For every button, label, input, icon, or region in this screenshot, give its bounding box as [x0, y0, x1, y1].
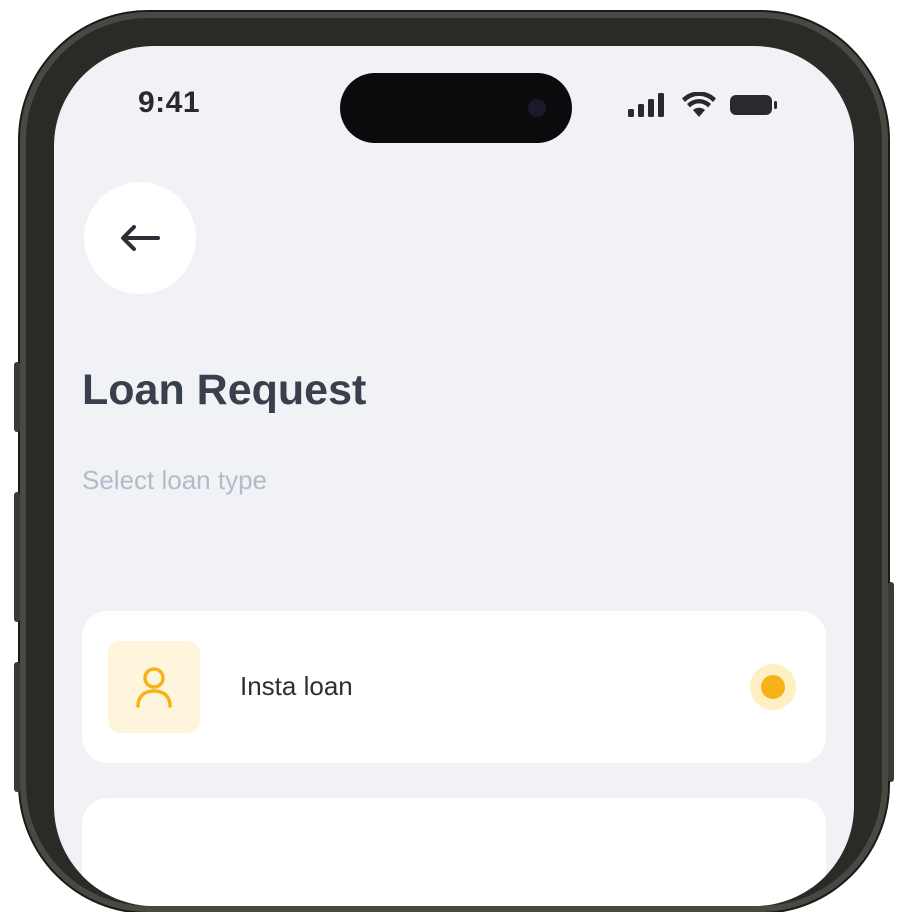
- loan-option-icon-box: [108, 641, 200, 733]
- radio-selected-dot: [761, 675, 785, 699]
- status-icons: [628, 92, 778, 118]
- volume-up-button: [14, 492, 20, 622]
- loan-option-insta-loan[interactable]: Insta loan: [82, 611, 826, 763]
- loan-option-radio[interactable]: [750, 664, 796, 710]
- page-title: Loan Request: [82, 366, 367, 414]
- loan-option-card-partial[interactable]: [82, 798, 826, 906]
- person-icon: [136, 667, 172, 708]
- dynamic-island: [340, 73, 572, 143]
- arrow-left-icon: [121, 225, 160, 251]
- mute-switch: [14, 362, 20, 432]
- cellular-signal-icon: [628, 93, 664, 117]
- loan-option-label: Insta loan: [240, 671, 353, 701]
- status-time: 9:41: [138, 86, 201, 119]
- page-subtitle: Select loan type: [82, 465, 268, 495]
- phone-screen: 9:41 Loan Request Select loan type Insta…: [54, 46, 854, 906]
- back-button[interactable]: [84, 182, 196, 294]
- front-camera-icon: [528, 99, 546, 117]
- wifi-icon: [682, 92, 716, 117]
- volume-down-button: [14, 662, 20, 792]
- power-button: [888, 582, 894, 782]
- battery-icon: [730, 95, 777, 115]
